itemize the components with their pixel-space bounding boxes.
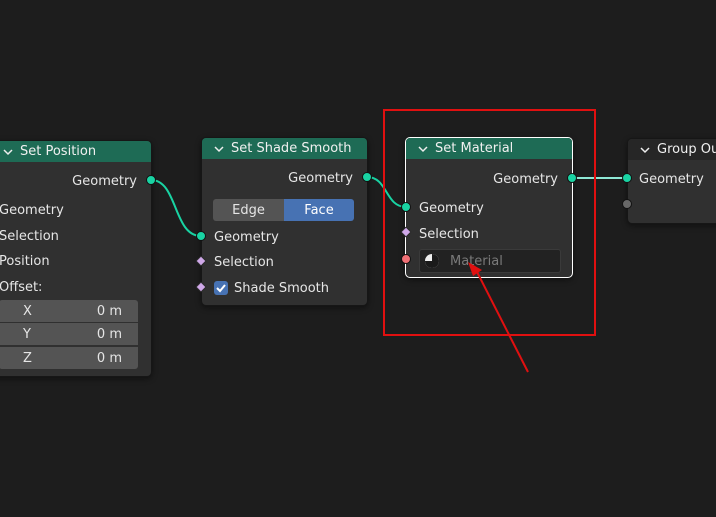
annotation-arrow xyxy=(468,262,529,373)
